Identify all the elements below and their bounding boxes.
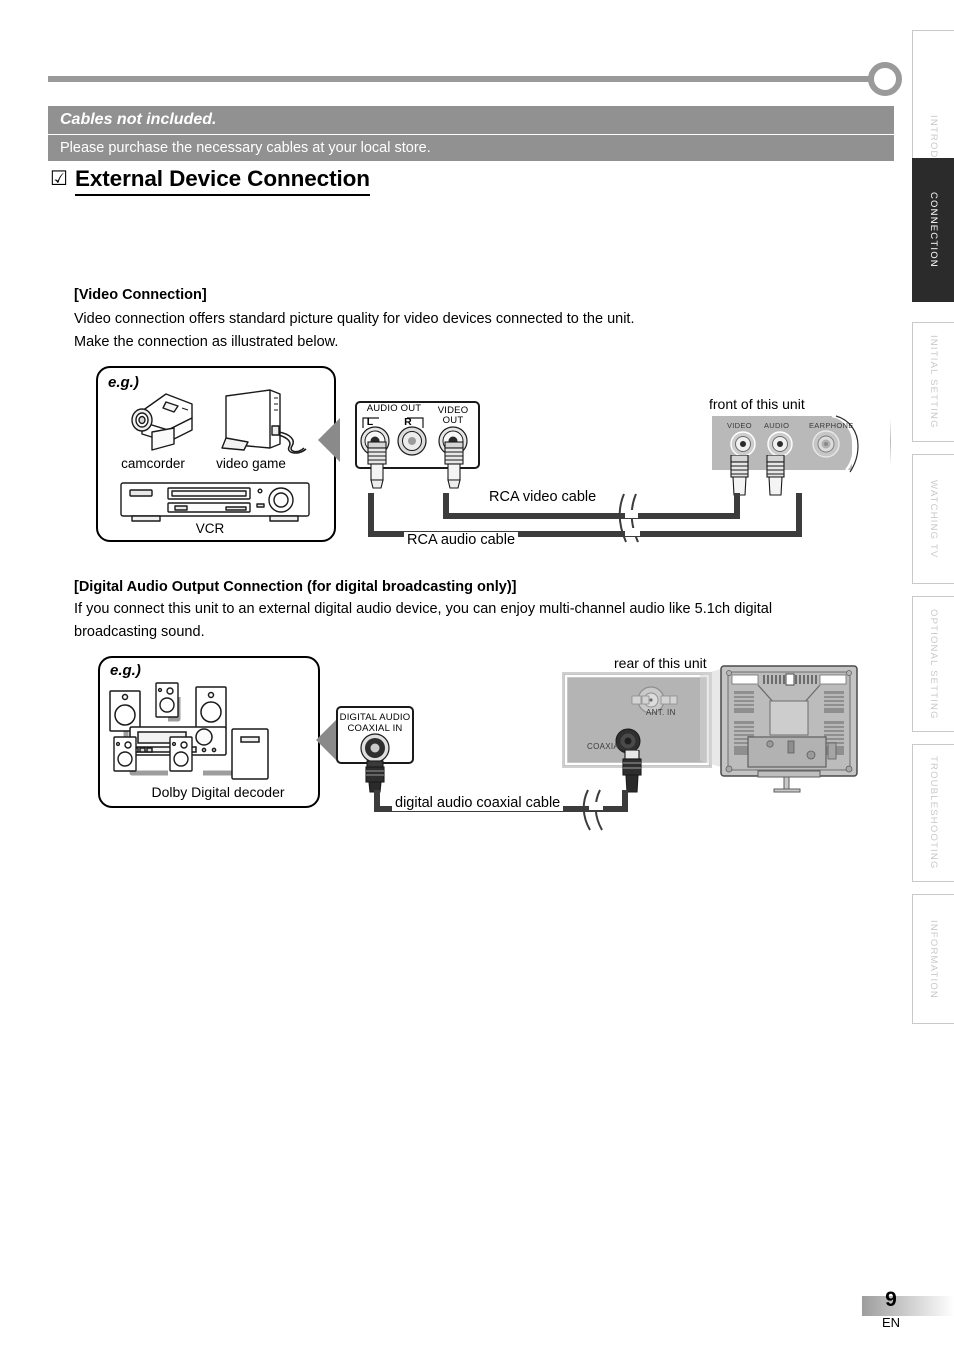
front-of-unit-label: front of this unit: [709, 396, 805, 412]
sidebar-tab-troubleshooting[interactable]: TROUBLESHOOTING: [912, 744, 954, 882]
page-title: ☑ External Device Connection: [50, 166, 370, 196]
page-title-text: External Device Connection: [74, 166, 370, 196]
front-panel-video-label: VIDEO: [727, 421, 752, 430]
rear-of-unit-label: rear of this unit: [614, 655, 707, 671]
cable-break-marks-video: [618, 493, 640, 543]
sidebar-tab-optional-setting[interactable]: OPTIONAL SETTING: [912, 596, 954, 732]
digital-audio-line-2: broadcasting sound.: [74, 624, 205, 640]
right-margin-hairline: [890, 418, 891, 466]
sidebar-tab-troubleshooting-label: TROUBLESHOOTING: [928, 756, 939, 870]
sidebar-tab-connection[interactable]: CONNECTION: [912, 158, 954, 302]
video-game-label: video game: [216, 456, 286, 471]
notice-body-bar: Please purchase the necessary cables at …: [48, 135, 894, 161]
sidebar-tab-information-label: INFORMATION: [928, 919, 939, 999]
front-panel-earphone-label: EARPHONE: [809, 421, 854, 430]
sidebar-tab-optional-setting-label: OPTIONAL SETTING: [928, 608, 939, 720]
digital-audio-coaxial-in-jack: [360, 733, 390, 793]
sidebar-tab-watching-tv[interactable]: WATCHING TV: [912, 454, 954, 584]
camcorder-illustration: [131, 393, 193, 451]
cable-break-marks-coaxial: [582, 789, 603, 831]
rca-audio-cable-label: RCA audio cable: [404, 532, 519, 548]
audio-out-label: AUDIO OUT: [366, 403, 422, 414]
rca-video-cable-label: RCA video cable: [486, 489, 600, 505]
source-panel-rca-plugs: [367, 441, 464, 489]
sidebar-tab-initial-setting[interactable]: INITIAL SETTING: [912, 322, 954, 442]
front-panel-audio-label: AUDIO: [764, 421, 790, 430]
video-connection-line-1: Video connection offers standard picture…: [74, 311, 635, 327]
top-decorative-rule: [48, 76, 878, 82]
notice-title-bar: Cables not included.: [48, 106, 894, 134]
rca-video-cable-segment-v2: [734, 493, 740, 519]
coaxial-cable-segment-v2: [622, 790, 628, 812]
video-connection-arrow-icon: [318, 418, 340, 462]
sidebar-tab-information[interactable]: INFORMATION: [912, 894, 954, 1024]
digital-audio-coaxial-cable-label: digital audio coaxial cable: [392, 795, 564, 811]
video-game-console-illustration: [221, 389, 307, 454]
video-connection-heading: [Video Connection]: [74, 287, 207, 303]
digital-audio-heading: [Digital Audio Output Connection (for di…: [74, 579, 517, 595]
digital-audio-coaxial-in-label-line1: DIGITAL AUDIO: [339, 712, 411, 723]
page-number: 9: [885, 1288, 897, 1311]
rca-video-cable-segment-h: [443, 513, 740, 519]
sidebar-tab-initial-setting-label: INITIAL SETTING: [928, 335, 939, 429]
sidebar-tab-watching-tv-label: WATCHING TV: [928, 479, 939, 559]
vcr-illustration: [120, 482, 310, 522]
tv-rear-illustration: [720, 665, 858, 793]
digital-audio-arrow-icon: [316, 718, 338, 762]
dolby-digital-speaker-system-illustration: [109, 682, 269, 780]
top-decorative-circle-icon: [868, 62, 902, 96]
camcorder-label: camcorder: [121, 456, 185, 471]
digital-audio-line-1: If you connect this unit to an external …: [74, 601, 773, 617]
sidebar-tab-connection-label: CONNECTION: [928, 192, 939, 268]
vcr-label: VCR: [195, 521, 225, 536]
rca-audio-cable-segment-v2: [796, 493, 802, 537]
rear-ant-in-label: ANT. IN: [646, 708, 676, 717]
video-connection-line-2: Make the connection as illustrated below…: [74, 334, 339, 350]
checkbox-checked-icon: ☑: [50, 168, 68, 190]
dolby-digital-decoder-label: Dolby Digital decoder: [151, 784, 285, 800]
page-language-code: EN: [881, 1315, 901, 1330]
